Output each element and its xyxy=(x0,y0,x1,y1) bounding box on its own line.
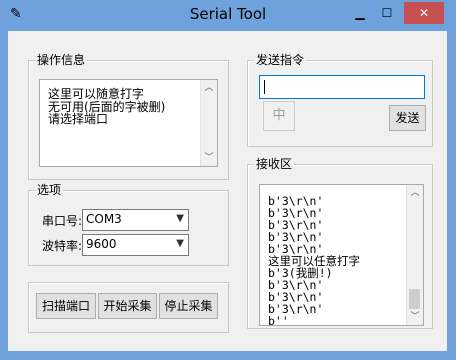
maximize-button[interactable]: ☐ xyxy=(374,2,400,24)
receive-group-legend: 接收区 xyxy=(254,157,295,171)
baud-select[interactable]: 9600 ▼ xyxy=(82,234,189,256)
send-group-legend: 发送指令 xyxy=(254,53,307,67)
receive-scrollbar[interactable]: ︿ ﹀ xyxy=(406,185,423,325)
scan-ports-button[interactable]: 扫描端口 xyxy=(36,293,96,319)
port-select-value: COM3 xyxy=(86,212,122,226)
scrollbar-thumb[interactable] xyxy=(409,289,420,309)
port-select[interactable]: COM3 ▼ xyxy=(82,209,189,231)
text-caret xyxy=(264,80,265,94)
maximize-icon: ☐ xyxy=(381,6,393,20)
ime-zh-button[interactable]: 中 xyxy=(263,101,295,131)
scroll-down-icon[interactable]: ﹀ xyxy=(407,309,423,325)
close-button[interactable]: ✕ xyxy=(404,2,444,24)
receive-text: b'3\r\n' b'3\r\n' b'3\r\n' b'3\r\n' b'3\… xyxy=(268,194,360,326)
client-area: 操作信息 这里可以随意打字 无可用(后面的字被删) 请选择端口 ︿ ﹀ 选项 串… xyxy=(8,31,447,351)
app-window: ✎ Serial Tool ▁ ☐ ✕ 操作信息 这里可以随意打字 无可用(后面… xyxy=(0,0,456,360)
start-capture-button[interactable]: 开始采集 xyxy=(98,293,157,319)
options-group-legend: 选项 xyxy=(35,183,64,197)
minimize-icon: ▁ xyxy=(355,6,365,20)
scroll-up-icon[interactable]: ︿ xyxy=(407,185,423,201)
close-icon: ✕ xyxy=(418,6,430,20)
receive-textbox[interactable]: b'3\r\n' b'3\r\n' b'3\r\n' b'3\r\n' b'3\… xyxy=(259,184,424,326)
baud-select-value: 9600 xyxy=(86,237,117,251)
port-label: 串口号: xyxy=(42,214,83,228)
chevron-down-icon: ▼ xyxy=(176,213,184,224)
scroll-up-icon[interactable]: ︿ xyxy=(201,80,217,96)
info-textbox[interactable]: 这里可以随意打字 无可用(后面的字被删) 请选择端口 ︿ ﹀ xyxy=(39,79,218,167)
chevron-down-icon: ▼ xyxy=(176,238,184,249)
scroll-down-icon[interactable]: ﹀ xyxy=(201,150,217,166)
info-scrollbar[interactable]: ︿ ﹀ xyxy=(200,80,217,166)
title-bar[interactable]: ✎ Serial Tool ▁ ☐ ✕ xyxy=(0,0,456,30)
baud-label: 波特率: xyxy=(42,239,83,253)
command-input[interactable] xyxy=(259,75,425,99)
send-button[interactable]: 发送 xyxy=(389,105,426,131)
minimize-button[interactable]: ▁ xyxy=(347,2,373,24)
stop-capture-button[interactable]: 停止采集 xyxy=(159,293,218,319)
info-group-legend: 操作信息 xyxy=(35,53,88,67)
info-text: 这里可以随意打字 无可用(后面的字被删) 请选择端口 xyxy=(48,87,166,126)
